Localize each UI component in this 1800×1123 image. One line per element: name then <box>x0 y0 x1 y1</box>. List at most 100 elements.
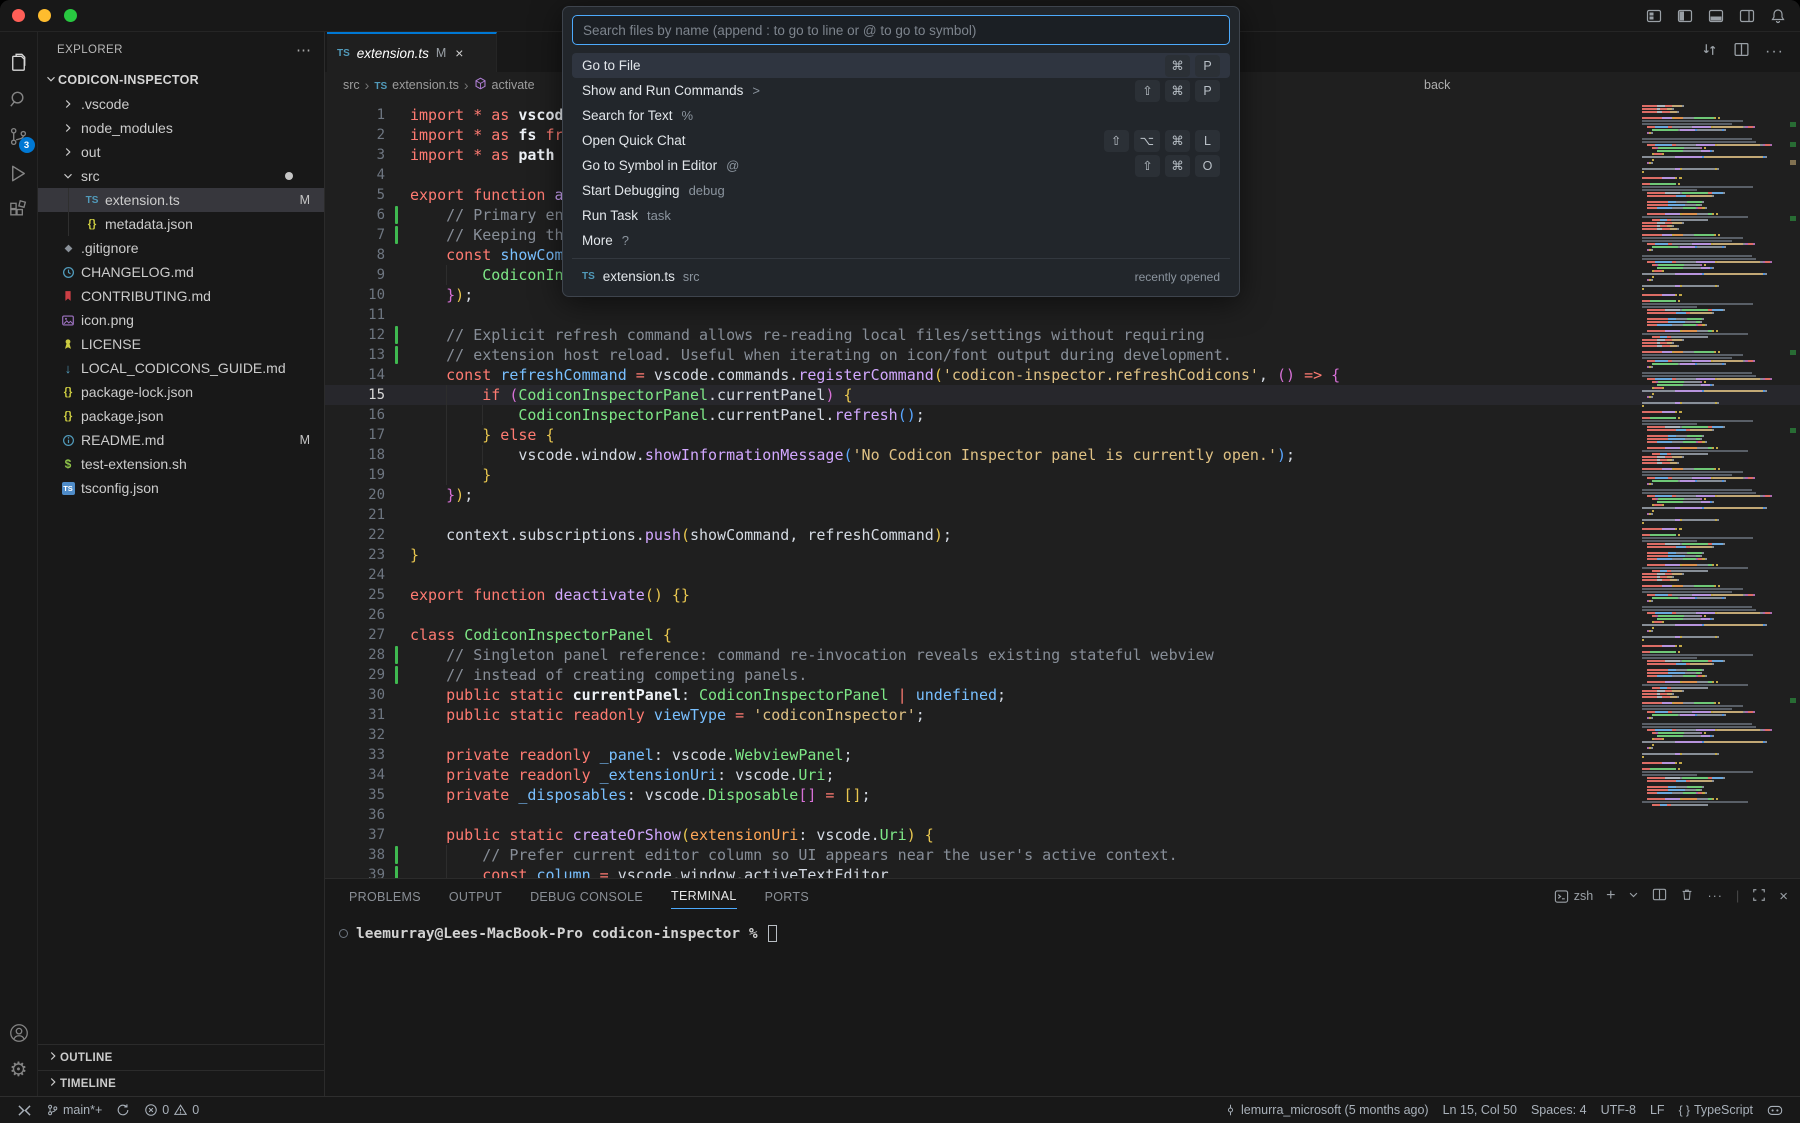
branch-status[interactable]: main*+ <box>39 1097 109 1123</box>
split-terminal-icon[interactable] <box>1652 887 1667 905</box>
open-changes-icon[interactable] <box>1701 41 1718 63</box>
explorer-item-LICENSE[interactable]: LICENSE <box>38 332 324 356</box>
code-line-31[interactable]: 31 public static readonly viewType = 'co… <box>325 705 1800 725</box>
code-line-29[interactable]: 29 // instead of creating competing pane… <box>325 665 1800 685</box>
code-line-35[interactable]: 35 private _disposables: vscode.Disposab… <box>325 785 1800 805</box>
toggle-primary-sidebar-icon[interactable] <box>1676 7 1693 24</box>
explorer-icon[interactable] <box>2 44 36 81</box>
panel-tab-debug-console[interactable]: DEBUG CONSOLE <box>530 886 643 908</box>
terminal-dropdown-icon[interactable] <box>1628 889 1639 903</box>
new-terminal-icon[interactable]: + <box>1606 887 1615 905</box>
eol-status[interactable]: LF <box>1643 1103 1672 1117</box>
panel-more-actions-icon[interactable]: ··· <box>1707 889 1723 903</box>
kill-terminal-icon[interactable] <box>1680 887 1694 905</box>
explorer-more-actions-icon[interactable]: ⋯ <box>296 41 312 59</box>
maximize-panel-icon[interactable] <box>1752 888 1766 905</box>
outline-section[interactable]: OUTLINE <box>38 1044 324 1070</box>
explorer-item-tsconfig.json[interactable]: TStsconfig.json <box>38 476 324 500</box>
code-line-15[interactable]: 15 if (CodiconInspectorPanel.currentPane… <box>325 385 1800 405</box>
code-line-11[interactable]: 11 <box>325 305 1800 325</box>
palette-item-run-task[interactable]: Run Tasktask <box>572 203 1230 228</box>
explorer-item-icon.png[interactable]: icon.png <box>38 308 324 332</box>
code-line-18[interactable]: 18 vscode.window.showInformationMessage(… <box>325 445 1800 465</box>
code-line-19[interactable]: 19 } <box>325 465 1800 485</box>
run-and-debug-icon[interactable] <box>2 155 36 192</box>
source-control-icon[interactable]: 3 <box>2 118 36 155</box>
code-line-36[interactable]: 36 <box>325 805 1800 825</box>
panel-tab-output[interactable]: OUTPUT <box>449 886 502 908</box>
explorer-item-metadata.json[interactable]: {}metadata.json <box>38 212 324 236</box>
toggle-panel-icon[interactable] <box>1707 7 1724 24</box>
remote-indicator[interactable] <box>10 1097 39 1123</box>
explorer-item-.gitignore[interactable]: .gitignore <box>38 236 324 260</box>
palette-item-go-to-file[interactable]: Go to File⌘P <box>572 53 1230 78</box>
search-icon[interactable] <box>2 81 36 118</box>
accounts-icon[interactable] <box>2 1014 36 1051</box>
breadcrumb-segment[interactable]: activate <box>492 78 535 92</box>
code-line-28[interactable]: 28 // Singleton panel reference: command… <box>325 645 1800 665</box>
close-tab-icon[interactable]: × <box>455 45 463 61</box>
explorer-item-package-lock.json[interactable]: {}package-lock.json <box>38 380 324 404</box>
terminal[interactable]: leemurray@Lees-MacBook-Pro codicon-inspe… <box>325 915 1800 942</box>
explorer-item-README.md[interactable]: README.mdM <box>38 428 324 452</box>
more-actions-icon[interactable]: ··· <box>1765 43 1784 61</box>
explorer-item-LOCAL_CODICONS_GUIDE.md[interactable]: ↓LOCAL_CODICONS_GUIDE.md <box>38 356 324 380</box>
explorer-item-package.json[interactable]: {}package.json <box>38 404 324 428</box>
palette-item-show-and-run-commands[interactable]: Show and Run Commands>⇧⌘P <box>572 78 1230 103</box>
close-panel-icon[interactable]: × <box>1779 888 1788 905</box>
recent-file-row[interactable]: TS extension.ts src recently opened <box>572 264 1230 289</box>
panel-tab-ports[interactable]: PORTS <box>765 886 809 908</box>
explorer-item-test-extension.sh[interactable]: $test-extension.sh <box>38 452 324 476</box>
code-line-38[interactable]: 38 // Prefer current editor column so UI… <box>325 845 1800 865</box>
code-line-20[interactable]: 20 }); <box>325 485 1800 505</box>
code-line-17[interactable]: 17 } else { <box>325 425 1800 445</box>
overview-ruler[interactable] <box>1788 98 1798 878</box>
quick-open-input[interactable] <box>572 15 1230 45</box>
code-line-30[interactable]: 30 public static currentPanel: CodiconIn… <box>325 685 1800 705</box>
settings-gear-icon[interactable]: ⚙ <box>2 1051 36 1088</box>
problems-status[interactable]: 0 0 <box>137 1097 206 1123</box>
code-line-12[interactable]: 12 // Explicit refresh command allows re… <box>325 325 1800 345</box>
explorer-item-src[interactable]: src <box>38 164 324 188</box>
code-line-33[interactable]: 33 private readonly _panel: vscode.Webvi… <box>325 745 1800 765</box>
panel-tab-terminal[interactable]: TERMINAL <box>671 885 737 909</box>
code-line-37[interactable]: 37 public static createOrShow(extensionU… <box>325 825 1800 845</box>
code-line-34[interactable]: 34 private readonly _extensionUri: vscod… <box>325 765 1800 785</box>
code-line-39[interactable]: 39 const column = vscode.window.activeTe… <box>325 865 1800 878</box>
minimize-window-button[interactable] <box>38 9 51 22</box>
customize-layout-icon[interactable] <box>1645 7 1662 24</box>
explorer-root-folder[interactable]: CODICON-INSPECTOR <box>38 68 324 92</box>
breadcrumb-segment[interactable]: src <box>343 78 360 92</box>
code-line-23[interactable]: 23} <box>325 545 1800 565</box>
code-line-27[interactable]: 27class CodiconInspectorPanel { <box>325 625 1800 645</box>
palette-item-start-debugging[interactable]: Start Debuggingdebug <box>572 178 1230 203</box>
split-editor-icon[interactable] <box>1733 41 1750 63</box>
cursor-position-status[interactable]: Ln 15, Col 50 <box>1436 1103 1524 1117</box>
indentation-status[interactable]: Spaces: 4 <box>1524 1103 1594 1117</box>
explorer-item-node_modules[interactable]: node_modules <box>38 116 324 140</box>
explorer-item-CHANGELOG.md[interactable]: CHANGELOG.md <box>38 260 324 284</box>
minimap[interactable] <box>1642 105 1786 807</box>
toggle-secondary-sidebar-icon[interactable] <box>1738 7 1755 24</box>
code-line-16[interactable]: 16 CodiconInspectorPanel.currentPanel.re… <box>325 405 1800 425</box>
explorer-item-CONTRIBUTING.md[interactable]: CONTRIBUTING.md <box>38 284 324 308</box>
panel-tab-problems[interactable]: PROBLEMS <box>349 886 421 908</box>
code-line-21[interactable]: 21 <box>325 505 1800 525</box>
code-line-32[interactable]: 32 <box>325 725 1800 745</box>
code-line-22[interactable]: 22 context.subscriptions.push(showComman… <box>325 525 1800 545</box>
code-line-14[interactable]: 14 const refreshCommand = vscode.command… <box>325 365 1800 385</box>
explorer-item-extension.ts[interactable]: TSextension.tsM <box>38 188 324 212</box>
breadcrumb-segment[interactable]: extension.ts <box>392 78 459 92</box>
palette-item-search-for-text[interactable]: Search for Text% <box>572 103 1230 128</box>
code-line-24[interactable]: 24 <box>325 565 1800 585</box>
timeline-section[interactable]: TIMELINE <box>38 1070 324 1096</box>
copilot-icon[interactable] <box>1760 1103 1790 1117</box>
explorer-item-out[interactable]: out <box>38 140 324 164</box>
language-mode-status[interactable]: { }TypeScript <box>1672 1103 1760 1117</box>
palette-item-open-quick-chat[interactable]: Open Quick Chat⇧⌥⌘L <box>572 128 1230 153</box>
code-line-13[interactable]: 13 // extension host reload. Useful when… <box>325 345 1800 365</box>
palette-item-more[interactable]: More? <box>572 228 1230 253</box>
close-window-button[interactable] <box>12 9 25 22</box>
sync-changes-button[interactable] <box>109 1097 137 1123</box>
git-blame-status[interactable]: lemurra_microsoft (5 months ago) <box>1217 1103 1436 1117</box>
